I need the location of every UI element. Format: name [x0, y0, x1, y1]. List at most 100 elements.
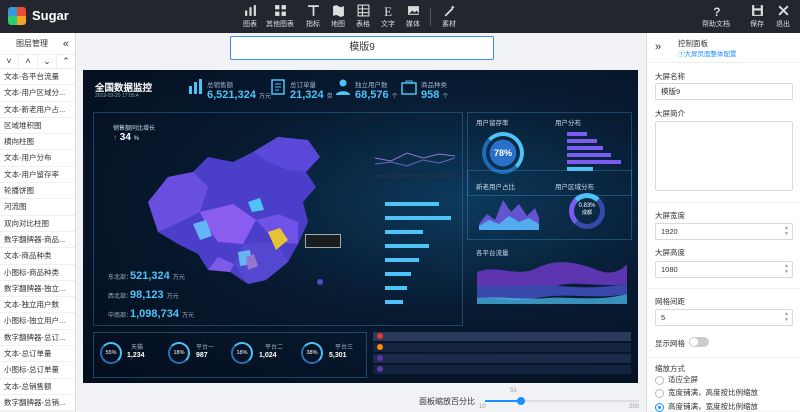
layer-list: 文本-各平台流量 文本-用户区域分... 文本-新老用户占... 区域堆积图 横向柱图文… [0, 69, 75, 411]
layer-item[interactable]: 文本-总订单量 [0, 346, 75, 363]
layer-item[interactable]: 文本-独立用户数 [0, 297, 75, 314]
scale-slider-row: 面板缩放百分比 55 10 200 [77, 388, 645, 411]
layer-item[interactable]: 轮播饼图 [0, 183, 75, 200]
top-toolbar: Sugar 图表 其他图表 指标 地图 表格 E 文字 媒体 素材 ? 帮助文档… [0, 0, 800, 33]
text-metric-icon [307, 5, 319, 16]
kpi-tmall-value: 1,234 [127, 352, 145, 359]
region-nw-value: 98,123 万元 [130, 289, 179, 301]
stat-sales-value: 6,521,324 万元 [207, 89, 272, 101]
stepper-icon[interactable]: ▲ ▼ [784, 263, 789, 275]
layer-item[interactable]: 文本-各平台流量 [0, 69, 75, 86]
control-panel-subtitle[interactable]: ①大屏页面整体配置 [678, 48, 737, 58]
layer-item[interactable]: 数字翻牌器-总销... [0, 395, 75, 411]
divider [647, 202, 800, 203]
layer-item[interactable]: 数字翻牌器-独立... [0, 281, 75, 298]
sales-icon [187, 78, 205, 96]
toolbar-other-charts-button[interactable]: 其他图表 [263, 3, 297, 29]
region-donut: 0.83% 成都 [569, 193, 605, 229]
layer-item[interactable]: 区域堆积图 [0, 118, 75, 135]
trend-line-chart [374, 152, 459, 177]
retention-title: 用户留存率 [476, 120, 509, 127]
expand-right-icon[interactable]: » [655, 41, 661, 53]
table-row [373, 332, 631, 341]
stat-goods-value: 958 个 [421, 89, 449, 101]
toolbar-chart-button[interactable]: 图表 [233, 3, 267, 29]
scale-fill [485, 400, 522, 402]
layer-item[interactable]: 文本-新老用户占... [0, 102, 75, 118]
grid-spacing-input[interactable]: 5 ▲ ▼ [655, 309, 793, 326]
retention-gauge: 78% [482, 132, 524, 174]
layer-item[interactable]: 文本-总销售额 [0, 379, 75, 395]
screen-title-input[interactable]: 模版9 [230, 36, 494, 60]
layer-item[interactable]: 小图标-独立用户... [0, 313, 75, 330]
platform-flow-stream [477, 262, 627, 304]
stat-sales-label: 总销售额 [207, 82, 233, 89]
layer-item[interactable]: 河流图 [0, 199, 75, 216]
scale-label: 面板缩放百分比 [419, 397, 475, 406]
kpi-ring-platform2: 18% [231, 342, 253, 364]
radio-icon [655, 388, 664, 398]
scale-track[interactable] [485, 397, 639, 405]
table-row [373, 365, 631, 374]
close-icon [777, 5, 789, 16]
kpi-platform3-name: 平台三 [335, 345, 354, 351]
grid-spacing-label: 网格间距 [655, 297, 685, 306]
move-down-icon[interactable]: ˅ [0, 55, 19, 68]
show-grid-label: 显示网格 [655, 339, 685, 348]
layer-item[interactable]: 文本-用户分布 [0, 150, 75, 167]
layer-item[interactable]: 双向对比柱图 [0, 216, 75, 232]
toolbar-divider [430, 8, 431, 26]
layer-item[interactable]: 横向柱图 [0, 134, 75, 151]
dashboard-preview[interactable]: 全国数据监控 2019-03-20 17:05:4 总销售额 6,521,324… [83, 70, 638, 383]
layer-item[interactable]: 小图标-总订单量 [0, 362, 75, 379]
toolbar-material-button[interactable]: 素材 [432, 3, 466, 29]
kpi-tmall-name: 天猫 [131, 345, 144, 351]
table-icon [357, 4, 369, 17]
layer-item[interactable]: 小图标-商品种类 [0, 265, 75, 281]
exit-button[interactable]: 退出 [766, 3, 800, 29]
stepper-icon[interactable]: ▲ ▼ [784, 225, 789, 237]
bottom-table [373, 332, 631, 378]
layer-item[interactable]: 文本-商品种类 [0, 248, 75, 265]
layer-item[interactable]: 文本-用户区域分... [0, 85, 75, 102]
screen-width-input[interactable]: 1920 ▲ ▼ [655, 223, 793, 240]
move-top-icon[interactable]: ⌃ [57, 55, 75, 68]
grid-chart-icon [274, 5, 286, 16]
toolbar-text-label: 文字 [381, 21, 395, 28]
help-label: 帮助文档 [702, 21, 730, 28]
screen-name-input[interactable]: 模版9 [655, 83, 793, 100]
save-icon [751, 5, 763, 16]
toolbar-media-button[interactable]: 媒体 [396, 3, 430, 29]
collapse-left-icon[interactable]: « [63, 33, 69, 55]
layer-item[interactable]: 文本-用户留存率 [0, 167, 75, 184]
screen-height-label: 大屏高度 [655, 248, 685, 257]
scale-option-fit[interactable]: 适应全屏 [655, 375, 698, 385]
screen-desc-textarea[interactable] [655, 121, 793, 191]
screen-height-input[interactable]: 1080 ▲ ▼ [655, 261, 793, 278]
move-bottom-icon[interactable]: ⌄ [38, 55, 57, 68]
scale-option-width[interactable]: 宽度铺满，高度按比例缩放 [655, 388, 758, 398]
layer-item[interactable]: 数字翻牌器-总订... [0, 330, 75, 347]
scale-min: 10 [479, 404, 486, 410]
stat-orders-label: 总订单量 [290, 82, 316, 89]
table-row [373, 343, 631, 352]
flow-title: 各平台流量 [476, 250, 509, 257]
stepper-icon[interactable]: ▲ ▼ [784, 311, 789, 323]
wand-icon [444, 5, 455, 17]
sugar-logo [8, 7, 26, 25]
help-button[interactable]: ? 帮助文档 [699, 3, 733, 29]
stat-users-value: 68,576 个 [355, 89, 398, 101]
toolbar-chart-label: 图表 [243, 21, 257, 28]
show-grid-toggle[interactable] [689, 337, 709, 347]
toolbar-map-label: 地图 [331, 21, 345, 28]
move-up-icon[interactable]: ˄ [19, 55, 38, 68]
control-panel: » 控制面板 ①大屏页面整体配置 大屏名称 模版9 大屏简介 大屏宽度 1920… [646, 33, 800, 412]
region-dist-label: 成都 [581, 210, 592, 216]
map-icon [332, 5, 344, 17]
scale-handle[interactable] [517, 397, 526, 405]
stat-goods-label: 商品种类 [421, 82, 447, 89]
users-icon [334, 78, 352, 96]
layer-item[interactable]: 数字翻牌器-商品... [0, 232, 75, 249]
table-row [373, 354, 631, 363]
toolbar-media-label: 媒体 [406, 21, 420, 28]
